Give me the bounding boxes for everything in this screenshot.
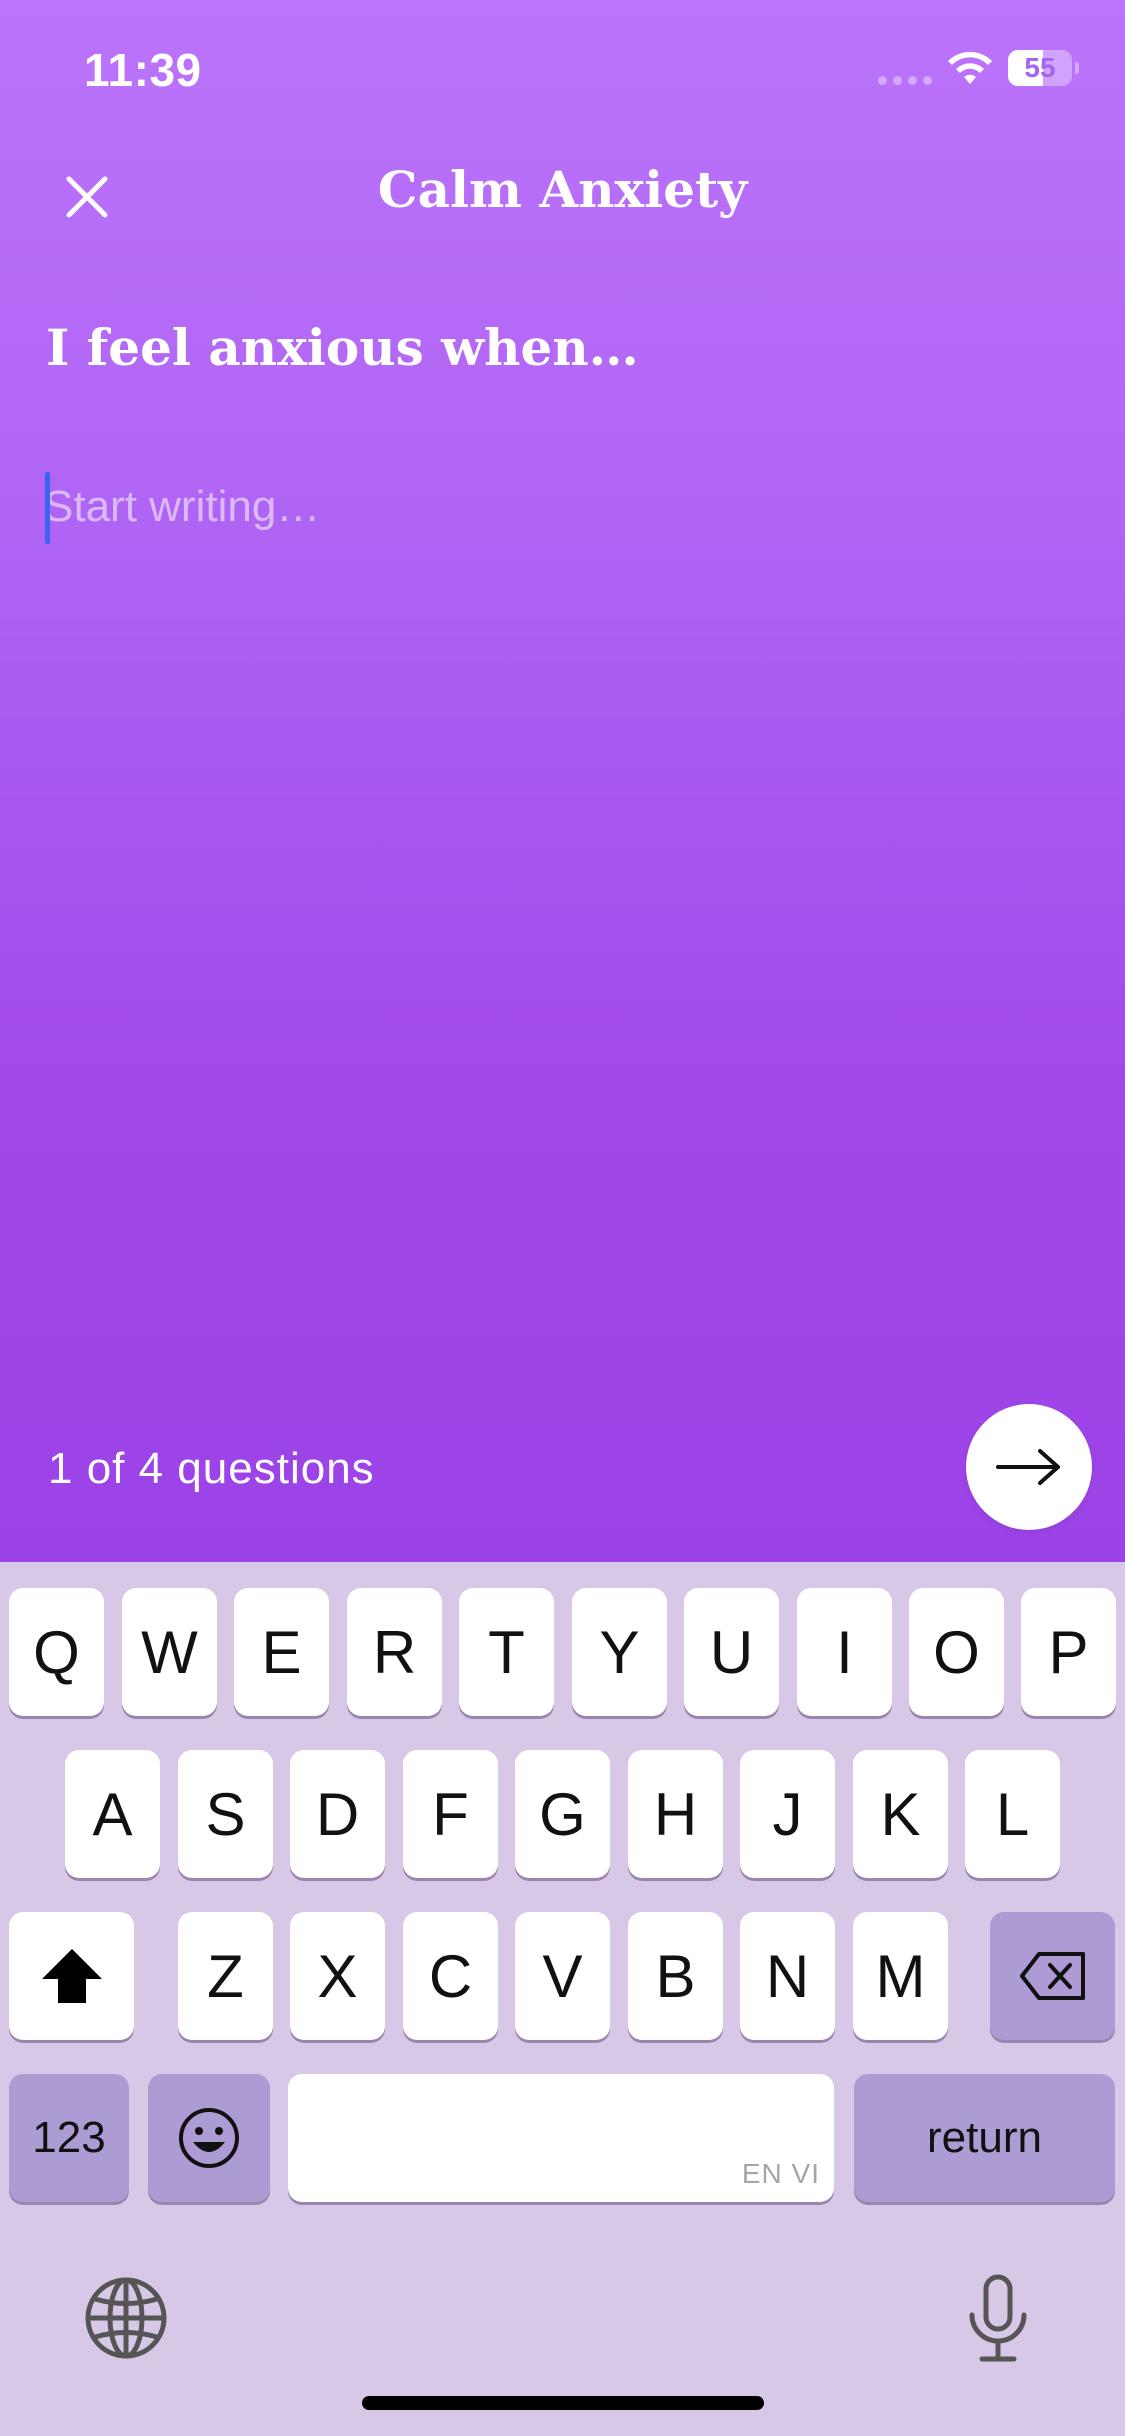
- keyboard: Q W E R T Y U I O P A S D F G H J K L Z …: [0, 1562, 1125, 2436]
- key-b[interactable]: B: [628, 1912, 723, 2040]
- key-t[interactable]: T: [459, 1588, 554, 1716]
- space-key[interactable]: EN VI: [288, 2074, 834, 2202]
- keyboard-language-label: EN VI: [741, 2158, 820, 2189]
- key-c[interactable]: C: [403, 1912, 498, 2040]
- key-q[interactable]: Q: [9, 1588, 104, 1716]
- battery-level: 55: [1024, 52, 1056, 83]
- journal-entry-input[interactable]: [44, 462, 1074, 552]
- key-j[interactable]: J: [740, 1750, 835, 1878]
- shift-icon: [41, 1949, 102, 2003]
- emoji-key[interactable]: [148, 2074, 270, 2202]
- microphone-icon: [969, 2274, 1027, 2362]
- journal-screen: 11:39 55 Calm Anxiety I feel anxious whe…: [0, 0, 1125, 2436]
- cellular-signal-icon: [878, 76, 932, 85]
- numbers-key[interactable]: 123: [9, 2074, 129, 2202]
- key-a[interactable]: A: [65, 1750, 160, 1878]
- question-prompt: I feel anxious when…: [46, 318, 639, 377]
- key-x[interactable]: X: [290, 1912, 385, 2040]
- text-cursor: [45, 472, 50, 544]
- key-f[interactable]: F: [403, 1750, 498, 1878]
- battery-icon: 55: [1008, 50, 1079, 88]
- shift-key[interactable]: [9, 1912, 134, 2040]
- home-indicator[interactable]: [362, 2396, 764, 2410]
- status-bar: 11:39 55: [0, 0, 1125, 120]
- arrow-right-icon: [996, 1449, 1060, 1485]
- key-m[interactable]: M: [853, 1912, 948, 2040]
- status-time: 11:39: [84, 44, 202, 96]
- key-g[interactable]: G: [515, 1750, 610, 1878]
- key-w[interactable]: W: [122, 1588, 217, 1716]
- key-v[interactable]: V: [515, 1912, 610, 2040]
- emoji-icon: [179, 2108, 239, 2168]
- key-e[interactable]: E: [234, 1588, 329, 1716]
- key-s[interactable]: S: [178, 1750, 273, 1878]
- key-p[interactable]: P: [1021, 1588, 1116, 1716]
- key-k[interactable]: K: [853, 1750, 948, 1878]
- next-question-button[interactable]: [966, 1404, 1092, 1530]
- delete-icon: [1019, 1952, 1085, 2000]
- delete-key[interactable]: [990, 1912, 1115, 2040]
- wifi-icon: [948, 51, 992, 84]
- question-progress: 1 of 4 questions: [48, 1444, 375, 1493]
- key-u[interactable]: U: [684, 1588, 779, 1716]
- key-y[interactable]: Y: [572, 1588, 667, 1716]
- dictation-button[interactable]: [948, 2268, 1048, 2368]
- key-h[interactable]: H: [628, 1750, 723, 1878]
- key-n[interactable]: N: [740, 1912, 835, 2040]
- key-d[interactable]: D: [290, 1750, 385, 1878]
- key-o[interactable]: O: [909, 1588, 1004, 1716]
- purple-background: [0, 0, 1125, 1562]
- key-r[interactable]: R: [347, 1588, 442, 1716]
- return-key[interactable]: return: [854, 2074, 1115, 2202]
- globe-icon: [85, 2277, 167, 2359]
- key-z[interactable]: Z: [178, 1912, 273, 2040]
- globe-button[interactable]: [76, 2268, 176, 2368]
- key-l[interactable]: L: [965, 1750, 1060, 1878]
- page-title: Calm Anxiety: [377, 160, 748, 219]
- key-i[interactable]: I: [797, 1588, 892, 1716]
